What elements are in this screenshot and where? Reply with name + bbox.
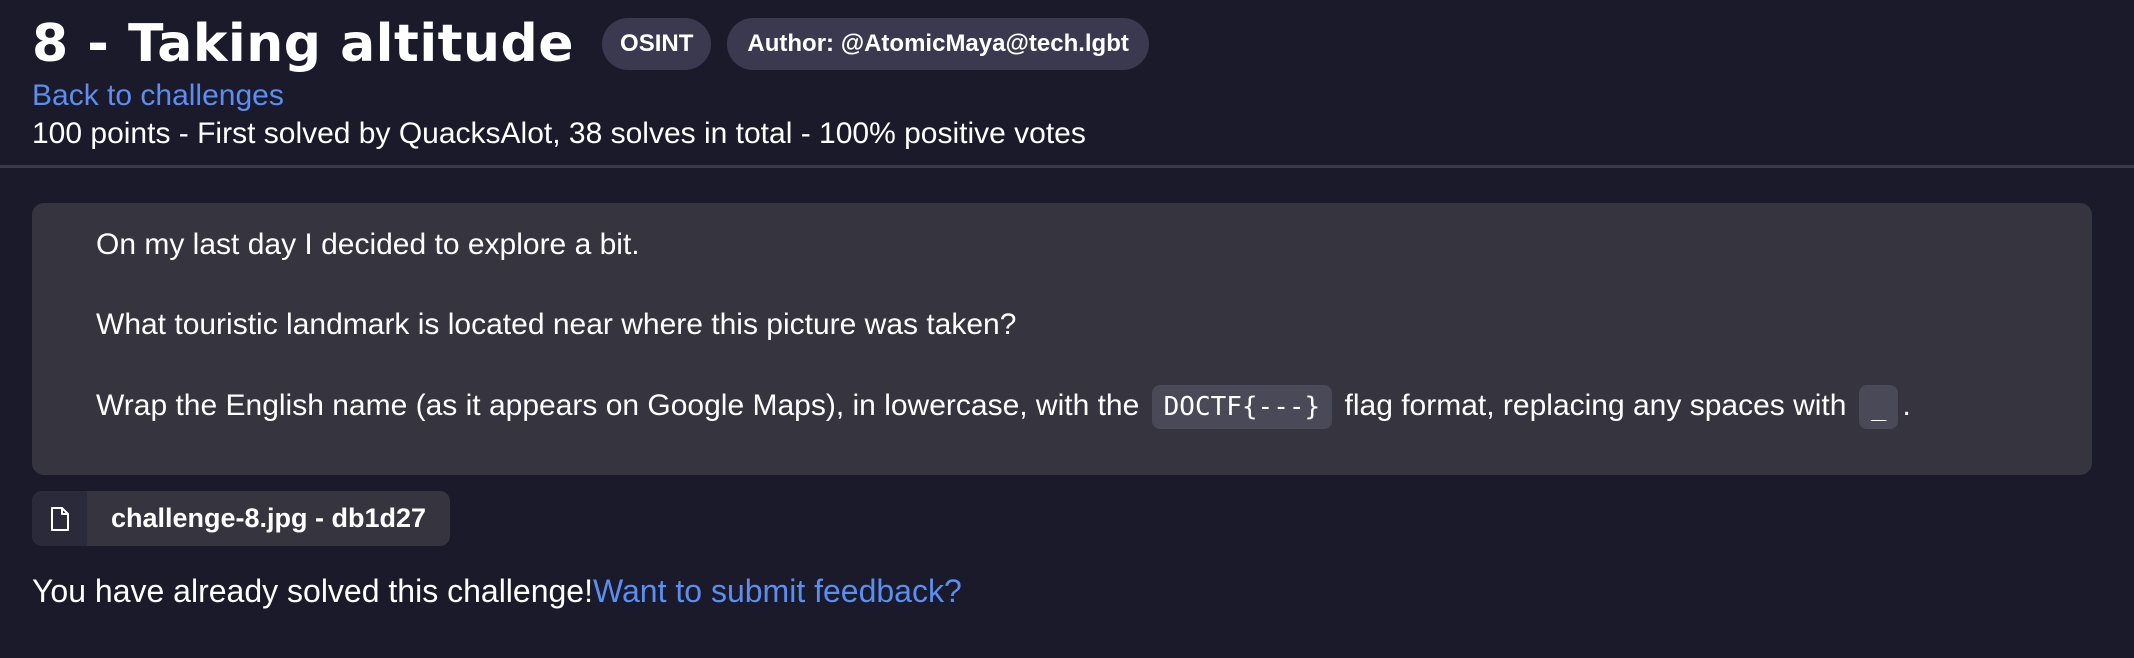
feedback-link[interactable]: Want to submit feedback? bbox=[593, 573, 962, 609]
attachment-label: challenge-8.jpg - db1d27 bbox=[111, 503, 427, 533]
back-to-challenges-link[interactable]: Back to challenges bbox=[32, 78, 284, 114]
description-text: Wrap the English name (as it appears on … bbox=[96, 388, 1148, 422]
description-text: flag format, replacing any spaces with bbox=[1336, 388, 1855, 422]
category-tag: OSINT bbox=[602, 18, 712, 70]
description-text: . bbox=[1902, 388, 1911, 422]
description-line-2: What touristic landmark is located near … bbox=[96, 308, 1017, 341]
challenge-meta: 100 points - First solved by QuacksAlot,… bbox=[32, 117, 1086, 150]
challenge-header: 8 - Taking altitude OSINT Author: @Atomi… bbox=[0, 0, 2134, 168]
page-title: 8 - Taking altitude bbox=[32, 14, 575, 74]
solved-status: You have already solved this challenge!W… bbox=[32, 571, 962, 611]
author-tag: Author: @AtomicMaya@tech.lgbt bbox=[727, 18, 1149, 70]
flag-format-code: DOCTF{---} bbox=[1151, 385, 1333, 429]
file-icon bbox=[32, 491, 87, 546]
underscore-code: _ bbox=[1858, 385, 1899, 429]
title-row: 8 - Taking altitude OSINT Author: @Atomi… bbox=[32, 14, 1149, 74]
description-line-3: Wrap the English name (as it appears on … bbox=[96, 385, 1911, 429]
challenge-description: On my last day I decided to explore a bi… bbox=[32, 203, 2092, 475]
solved-text: You have already solved this challenge! bbox=[32, 573, 593, 609]
description-line-1: On my last day I decided to explore a bi… bbox=[96, 228, 640, 261]
attachment-download[interactable]: challenge-8.jpg - db1d27 bbox=[32, 491, 451, 546]
